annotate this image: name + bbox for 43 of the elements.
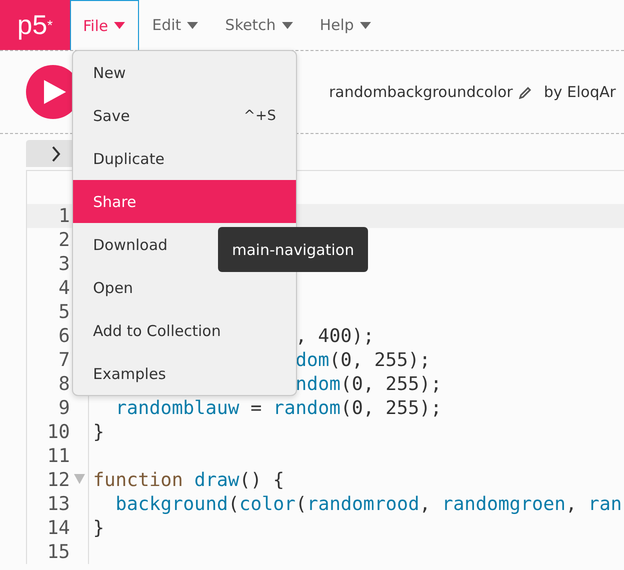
caret-icon [282, 22, 293, 28]
caret-icon [114, 22, 126, 29]
line-number: 11 [47, 445, 70, 467]
menu-item[interactable]: Share [73, 180, 296, 223]
menu-item[interactable]: Examples [73, 352, 296, 395]
code-line: } [92, 422, 104, 442]
line-number: 13 [47, 493, 70, 515]
author-label: by EloqAr [544, 83, 616, 101]
line-number: 8 [58, 373, 70, 395]
line-number: 5 [58, 301, 70, 323]
line-number: 12 [47, 469, 70, 491]
menu-button[interactable]: Help [306, 0, 385, 50]
line-number: 10 [47, 421, 70, 443]
code-line: } [92, 518, 104, 538]
line-number: 1 [58, 205, 70, 227]
menu-button[interactable]: Edit [139, 0, 212, 50]
line-number: 2 [58, 229, 70, 251]
caret-icon [360, 22, 371, 28]
code-line: , 400); [294, 326, 374, 346]
code-line: randomblauw = random(0, 255); [114, 398, 442, 418]
sketch-name[interactable]: randombackgroundcolor [329, 83, 513, 101]
code-line: background(color(randomrood, randomgroen, ran [114, 494, 622, 514]
tooltip: main-navigation [218, 227, 368, 272]
play-icon [44, 80, 66, 104]
code-line: ndom(0, 255); [294, 374, 442, 394]
line-number: 14 [47, 517, 70, 539]
line-number: 4 [58, 277, 70, 299]
caret-icon [187, 22, 198, 28]
code-line: dom(0, 255); [294, 350, 431, 370]
line-number: 15 [47, 541, 70, 563]
shortcut-label: ^+S [244, 108, 276, 124]
line-number: 3 [58, 253, 70, 275]
pencil-icon [518, 86, 532, 98]
menu-item[interactable]: Save ^+S [73, 94, 296, 137]
p5-logo[interactable]: p5$^{*}$ [0, 0, 70, 50]
menu-item[interactable]: Add to Collection [73, 309, 296, 352]
line-number: 7 [58, 349, 70, 371]
line-number: 6 [58, 325, 70, 347]
chevron-icon [50, 146, 60, 162]
menu-button[interactable]: Sketch [212, 0, 307, 50]
line-number: 9 [58, 397, 70, 419]
menu-item[interactable]: New [73, 51, 296, 94]
code-line: function draw() { [92, 470, 284, 490]
